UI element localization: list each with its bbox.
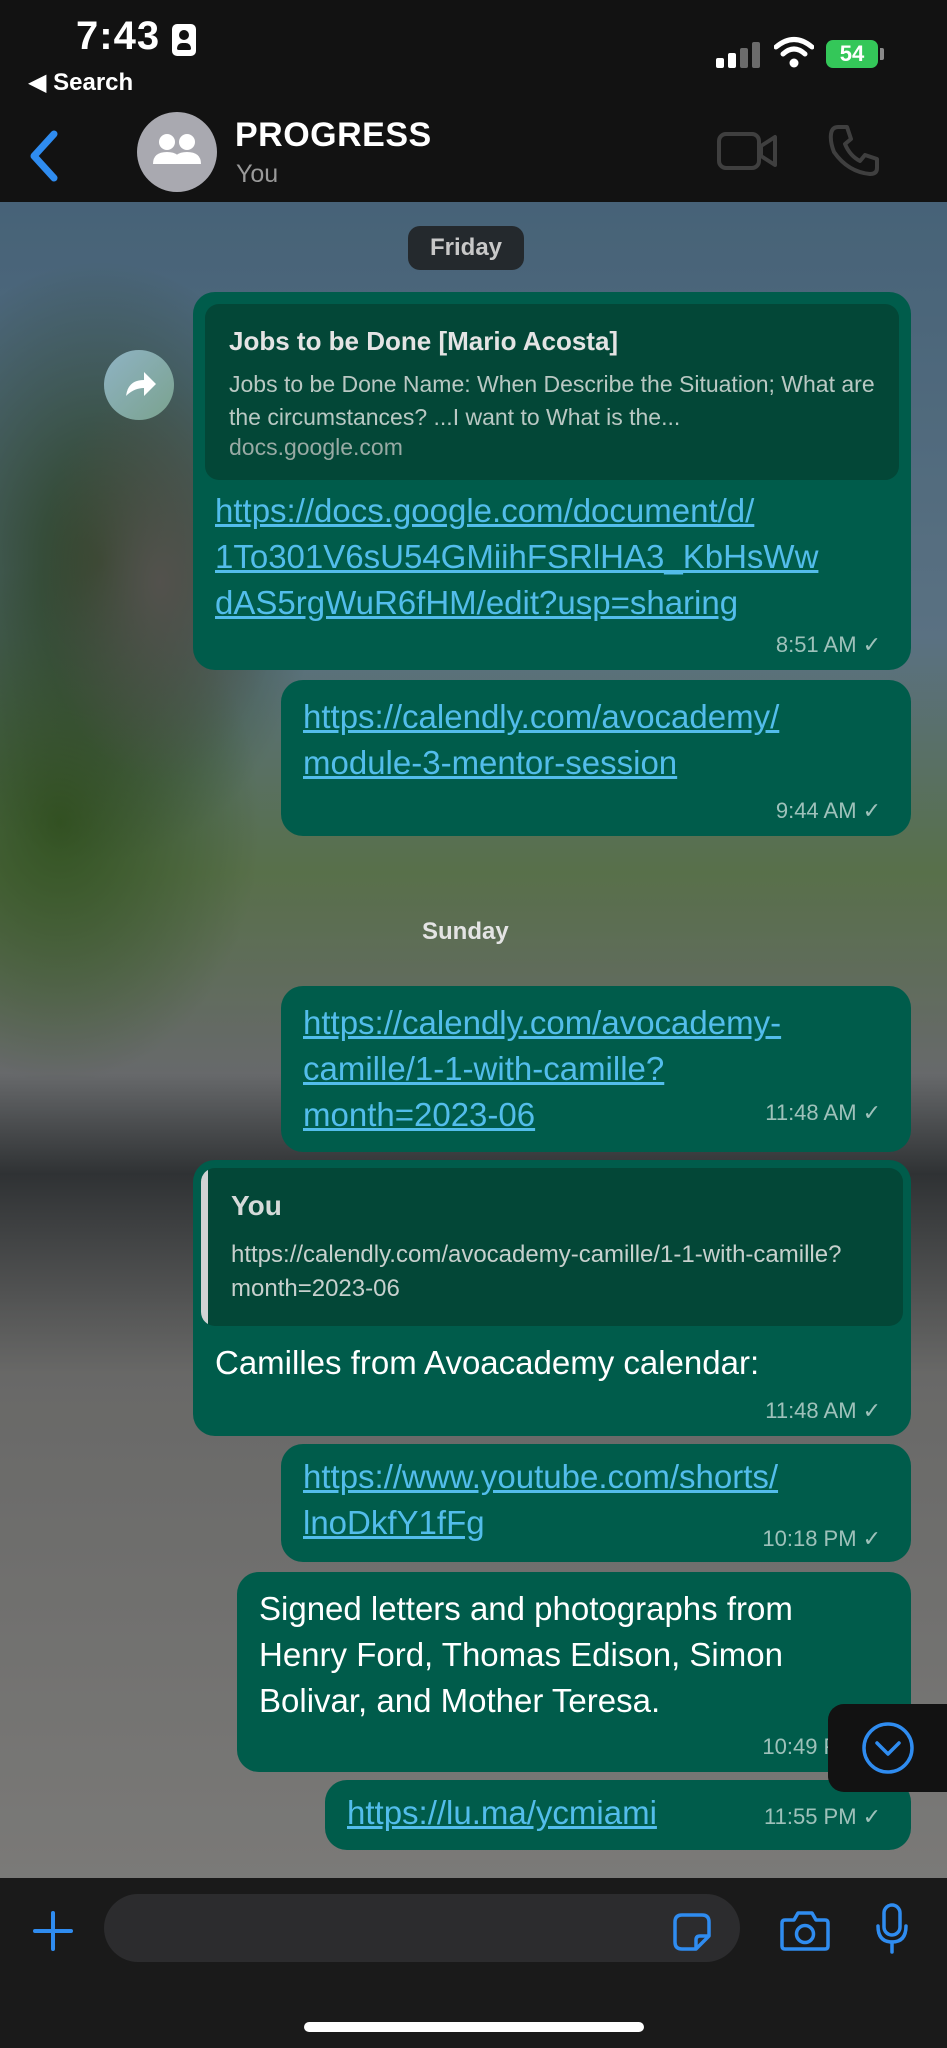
- message-meta: 11:55 PM ✓: [764, 1804, 881, 1830]
- message-text: Bolivar, and Mother Teresa.: [259, 1682, 661, 1719]
- forward-icon[interactable]: [104, 350, 174, 420]
- date-separator-sunday: Sunday: [422, 918, 509, 945]
- quote-author: You: [231, 1190, 282, 1221]
- message-link[interactable]: https://docs.google.com/document/d/: [215, 488, 905, 534]
- message-bubble[interactable]: https://calendly.com/avocademy- camille/…: [281, 986, 911, 1152]
- chat-title[interactable]: PROGRESS: [235, 116, 432, 155]
- status-bar: 7:43 ◀ Search 54: [0, 0, 947, 112]
- microphone-icon[interactable]: [874, 1902, 910, 1956]
- read-check-icon: ✓: [862, 798, 881, 823]
- message-meta: 8:51 AM ✓: [776, 632, 881, 658]
- message-time: 11:55 PM: [764, 1804, 857, 1829]
- message-meta: 9:44 AM ✓: [776, 798, 881, 824]
- message-meta: 11:48 AM ✓: [765, 1100, 881, 1126]
- message-time: 11:48 AM: [765, 1100, 857, 1125]
- preview-domain: docs.google.com: [229, 434, 403, 460]
- home-indicator[interactable]: [304, 2022, 644, 2032]
- message-time: 11:48 AM: [765, 1398, 857, 1423]
- sticker-icon[interactable]: [672, 1912, 712, 1952]
- plus-icon[interactable]: [32, 1910, 74, 1952]
- message-text: Camilles from Avoacademy calendar:: [215, 1344, 760, 1381]
- read-check-icon: ✓: [862, 1398, 881, 1423]
- battery-icon: 54: [826, 40, 878, 68]
- message-bubble[interactable]: https://www.youtube.com/shorts/ lnoDkfY1…: [281, 1444, 911, 1562]
- message-meta: 11:48 AM ✓: [765, 1398, 881, 1424]
- link-preview[interactable]: Jobs to be Done [Mario Acosta] Jobs to b…: [205, 304, 899, 480]
- message-input[interactable]: [104, 1894, 740, 1962]
- message-link[interactable]: 1To301V6sU54GMiihFSRlHA3_KbHsWw: [215, 534, 905, 580]
- message-meta: 10:18 PM ✓: [762, 1526, 881, 1552]
- date-separator-friday: Friday: [408, 226, 525, 270]
- phone-icon[interactable]: [826, 122, 880, 178]
- message-text: Henry Ford, Thomas Edison, Simon: [259, 1636, 783, 1673]
- message-text: Signed letters and photographs from: [259, 1590, 793, 1627]
- battery-tip: [880, 48, 884, 60]
- camera-icon[interactable]: [780, 1908, 830, 1952]
- message-time: 9:44 AM: [775, 798, 857, 823]
- read-check-icon: ✓: [862, 632, 881, 657]
- quoted-message[interactable]: You https://calendly.com/avocademy-camil…: [201, 1168, 903, 1326]
- message-link[interactable]: https://calendly.com/avocademy/: [303, 694, 903, 740]
- message-link[interactable]: module-3-mentor-session: [303, 740, 903, 786]
- quote-text: https://calendly.com/avocademy-camille/1…: [231, 1241, 842, 1302]
- message-bubble[interactable]: You https://calendly.com/avocademy-camil…: [193, 1160, 911, 1436]
- message-link[interactable]: https://lu.ma/ycmiami: [347, 1790, 657, 1836]
- quote-bar: [201, 1168, 208, 1326]
- message-link[interactable]: https://www.youtube.com/shorts/: [303, 1454, 903, 1500]
- chat-subtitle[interactable]: You: [236, 160, 278, 189]
- message-bubble[interactable]: Jobs to be Done [Mario Acosta] Jobs to b…: [193, 292, 911, 670]
- video-call-icon[interactable]: [716, 126, 778, 176]
- message-time: 10:18 PM: [762, 1526, 857, 1551]
- message-bubble[interactable]: https://lu.ma/ycmiami 11:55 PM ✓: [325, 1780, 911, 1850]
- message-bubble[interactable]: Signed letters and photographs from Henr…: [237, 1572, 911, 1772]
- input-bar: [0, 1878, 947, 2048]
- read-check-icon: ✓: [862, 1100, 881, 1125]
- read-check-icon: ✓: [862, 1526, 881, 1551]
- message-link[interactable]: camille/1-1-with-camille?: [303, 1046, 903, 1092]
- preview-description: Jobs to be Done Name: When Describe the …: [229, 371, 875, 430]
- group-avatar-icon[interactable]: [137, 112, 217, 192]
- scroll-down-icon: [862, 1722, 914, 1774]
- wifi-icon: [774, 37, 814, 68]
- chat-area[interactable]: Friday Jobs to be Done [Mario Acosta] Jo…: [0, 202, 947, 1878]
- back-chevron-icon[interactable]: [26, 128, 62, 184]
- status-time: 7:43: [76, 14, 161, 58]
- message-link[interactable]: dAS5rgWuR6fHM/edit?usp=sharing: [215, 580, 905, 626]
- message-bubble[interactable]: https://calendly.com/avocademy/ module-3…: [281, 680, 911, 836]
- read-check-icon: ✓: [862, 1804, 881, 1829]
- back-to-app-link[interactable]: ◀ Search: [28, 68, 133, 97]
- scroll-to-bottom-button[interactable]: [828, 1704, 947, 1792]
- message-link[interactable]: https://calendly.com/avocademy-: [303, 1000, 903, 1046]
- id-badge-icon: [172, 24, 196, 56]
- message-time: 8:51 AM: [775, 632, 857, 657]
- chat-header: PROGRESS You: [0, 112, 947, 202]
- signal-icon: [716, 42, 762, 68]
- preview-title: Jobs to be Done [Mario Acosta]: [229, 326, 619, 356]
